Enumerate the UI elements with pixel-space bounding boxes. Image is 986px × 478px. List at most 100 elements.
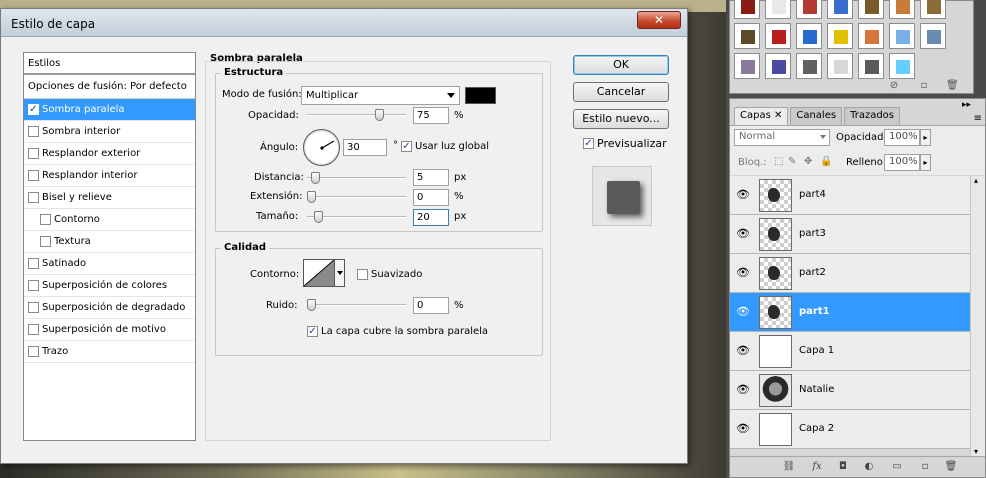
new-layer-icon[interactable]: ▫ (918, 461, 932, 473)
style-checkbox[interactable] (28, 192, 39, 203)
scroll-up-icon[interactable]: ▴ (974, 176, 978, 185)
style-swatch[interactable] (765, 23, 791, 49)
layer-row[interactable]: 👁 part1 (730, 293, 970, 332)
style-item[interactable]: Trazo (24, 341, 195, 363)
styles-list: Estilos Opciones de fusión: Por defecto … (23, 52, 196, 441)
scroll-down-icon[interactable]: ▾ (974, 447, 978, 456)
style-item[interactable]: Superposición de motivo (24, 319, 195, 341)
eye-icon[interactable]: 👁 (734, 306, 752, 318)
layer-thumbnail-content (768, 266, 780, 280)
style-item[interactable]: Contorno (24, 209, 195, 231)
style-swatch[interactable] (858, 0, 884, 19)
adjustment-layer-icon[interactable]: ◐ (862, 461, 876, 473)
layer-row[interactable]: 👁 part4 (730, 176, 970, 215)
layers-scrollbar[interactable]: ▴ ▾ (970, 176, 985, 456)
style-swatch[interactable] (734, 23, 760, 49)
eye-icon[interactable]: 👁 (734, 267, 752, 279)
style-checkbox[interactable] (40, 236, 51, 247)
style-swatch[interactable] (920, 23, 946, 49)
tab-capas[interactable]: Capas ✕ (734, 107, 789, 125)
layer-row[interactable]: 👁 Capa 1 (730, 332, 970, 371)
style-item[interactable]: Sombra interior (24, 121, 195, 143)
dialog-titlebar[interactable]: Estilo de capa ✕ (1, 9, 687, 37)
no-style-icon[interactable]: ⊘ (888, 80, 900, 91)
style-checkbox[interactable] (28, 346, 39, 357)
style-item-label: Resplandor exterior (42, 148, 141, 159)
style-checkbox[interactable] (28, 280, 39, 291)
style-item-label: Sombra interior (42, 126, 121, 137)
panel-menu-icon[interactable]: ≡ (974, 113, 982, 124)
style-checkbox[interactable] (28, 126, 39, 137)
lock-move-icon[interactable]: ✥ (804, 156, 812, 167)
eye-icon[interactable]: 👁 (734, 423, 752, 435)
style-swatch[interactable] (827, 0, 853, 19)
style-item[interactable]: Superposición de colores (24, 275, 195, 297)
link-layers-icon[interactable]: ⛓ (782, 461, 796, 473)
style-checkbox[interactable] (40, 214, 51, 225)
style-swatch[interactable] (858, 23, 884, 49)
style-item[interactable]: Satinado (24, 253, 195, 275)
style-checkbox[interactable] (28, 324, 39, 335)
style-swatch[interactable] (889, 0, 915, 19)
style-item[interactable]: Textura (24, 231, 195, 253)
layer-row[interactable]: 👁 part3 (730, 215, 970, 254)
eye-icon[interactable]: 👁 (734, 345, 752, 357)
style-item[interactable]: Resplandor interior (24, 165, 195, 187)
style-swatch[interactable] (765, 53, 791, 79)
style-swatch[interactable] (796, 0, 822, 19)
layer-name: Capa 2 (799, 423, 835, 434)
style-swatch[interactable] (858, 53, 884, 79)
style-swatch[interactable] (734, 0, 760, 19)
fx-icon[interactable]: fx (810, 461, 824, 473)
style-swatch[interactable] (827, 23, 853, 49)
layer-opacity-input[interactable]: 100% (884, 129, 920, 146)
style-swatch[interactable] (796, 23, 822, 49)
fill-arrow-button[interactable]: ▸ (920, 154, 931, 171)
opacity-arrow-button[interactable]: ▸ (920, 129, 931, 146)
new-style-icon[interactable]: ▫ (918, 80, 930, 91)
style-swatch-fill (865, 0, 879, 14)
preview-checkbox[interactable] (583, 138, 594, 149)
tab-canales[interactable]: Canales (790, 107, 843, 125)
style-swatch[interactable] (827, 53, 853, 79)
style-checkbox[interactable] (28, 302, 39, 313)
eye-icon[interactable]: 👁 (734, 189, 752, 201)
style-swatch[interactable] (734, 53, 760, 79)
lock-all-icon[interactable]: 🔒 (820, 156, 832, 167)
style-item[interactable]: Sombra paralela (24, 99, 195, 121)
collapse-icon[interactable]: ▸▸ (962, 100, 971, 110)
new-style-button[interactable]: Estilo nuevo... (573, 109, 669, 129)
lock-transparent-icon[interactable]: ⬚ (774, 156, 783, 167)
style-item[interactable]: Resplandor exterior (24, 143, 195, 165)
style-checkbox[interactable] (28, 170, 39, 181)
preview-checkbox-row[interactable]: Previsualizar (583, 137, 667, 150)
ok-button[interactable]: OK (573, 55, 669, 75)
layer-blend-mode-select[interactable]: Normal (734, 129, 830, 146)
styles-header[interactable]: Estilos (24, 53, 195, 75)
lock-brush-icon[interactable]: ✎ (788, 156, 796, 167)
tab-trazados[interactable]: Trazados (844, 107, 901, 125)
eye-icon[interactable]: 👁 (734, 384, 752, 396)
layer-row[interactable]: 👁 part2 (730, 254, 970, 293)
layer-mask-icon[interactable]: ◘ (836, 461, 850, 473)
style-swatch[interactable] (889, 53, 915, 79)
style-checkbox[interactable] (28, 258, 39, 269)
style-item[interactable]: Bisel y relieve (24, 187, 195, 209)
new-group-icon[interactable]: ▭ (890, 461, 904, 473)
style-swatch[interactable] (920, 0, 946, 19)
style-swatch[interactable] (765, 0, 791, 19)
eye-icon[interactable]: 👁 (734, 228, 752, 240)
fill-input[interactable]: 100% (884, 154, 920, 171)
trash-icon[interactable]: 🗑 (946, 80, 959, 91)
style-swatch[interactable] (889, 23, 915, 49)
blend-options-item[interactable]: Opciones de fusión: Por defecto (24, 75, 195, 99)
delete-layer-icon[interactable]: 🗑 (944, 461, 958, 473)
style-swatch[interactable] (796, 53, 822, 79)
layer-row[interactable]: 👁 Capa 2 (730, 410, 970, 449)
close-button[interactable]: ✕ (637, 11, 681, 29)
style-item[interactable]: Superposición de degradado (24, 297, 195, 319)
style-checkbox[interactable] (28, 104, 39, 115)
cancel-button[interactable]: Cancelar (573, 82, 669, 102)
style-checkbox[interactable] (28, 148, 39, 159)
layer-row[interactable]: 👁 Natalie (730, 371, 970, 410)
